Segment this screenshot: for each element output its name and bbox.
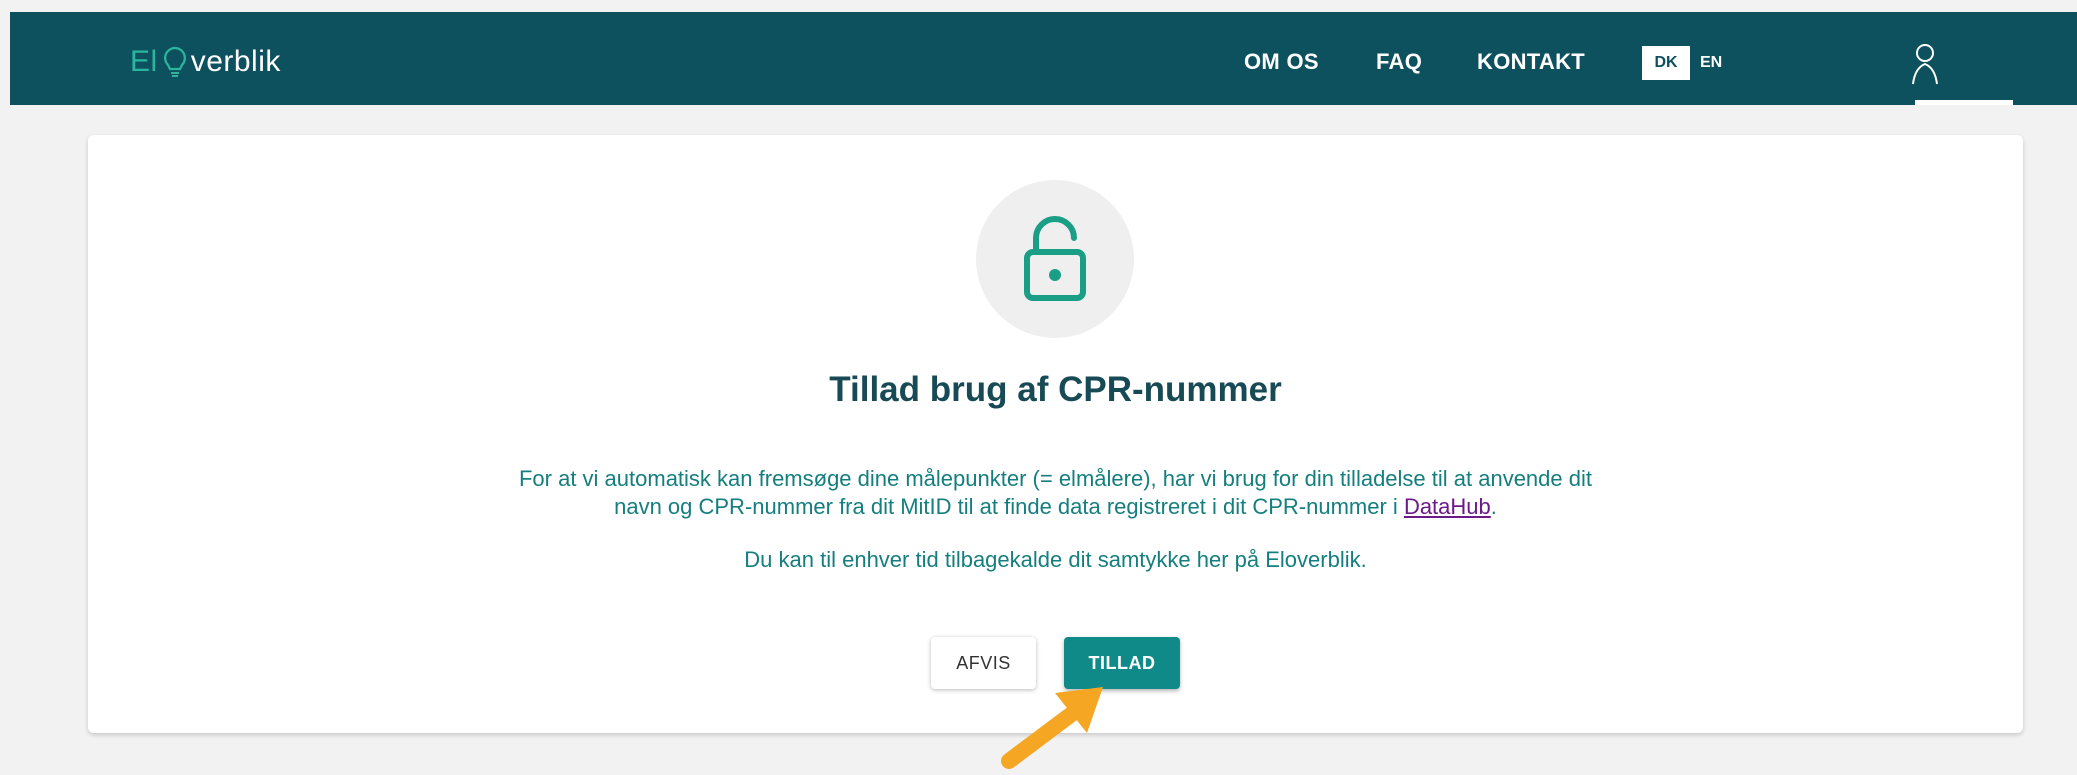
unlock-icon-badge [976, 180, 1134, 338]
active-user-tab-indicator [1915, 100, 2013, 105]
top-navigation-bar: El verblik OM OS FAQ KONTAKT DK EN [10, 12, 2077, 105]
revoke-consent-note: Du kan til enhver tid tilbagekalde dit s… [744, 547, 1367, 572]
dialog-description: For at vi automatisk kan fremsøge dine m… [88, 465, 2023, 521]
logo-suffix: verblik [190, 45, 281, 78]
description-line-1: For at vi automatisk kan fremsøge dine m… [518, 466, 1592, 491]
dialog-title: Tillad brug af CPR-nummer [829, 370, 1282, 409]
description-period: . [1490, 494, 1497, 519]
logo-prefix: El [130, 45, 158, 78]
nav-link-faq[interactable]: FAQ [1376, 48, 1422, 76]
annotation-arrow-icon [1001, 687, 1103, 769]
nav-link-om-os[interactable]: OM OS [1244, 48, 1319, 76]
nav-link-kontakt[interactable]: KONTAKT [1477, 48, 1585, 76]
language-dk-button[interactable]: DK [1642, 46, 1690, 80]
lightbulb-icon [163, 46, 186, 77]
language-en-button[interactable]: EN [1700, 46, 1722, 80]
unlock-icon [1024, 216, 1086, 301]
user-icon[interactable] [1910, 42, 1940, 86]
description-line-2: navn og CPR-nummer fra dit MitID til at … [614, 494, 1398, 519]
consent-dialog-card: Tillad brug af CPR-nummer For at vi auto… [88, 135, 2023, 733]
datahub-link[interactable]: DataHub [1404, 494, 1491, 519]
eloverblik-logo[interactable]: El verblik [130, 42, 281, 82]
